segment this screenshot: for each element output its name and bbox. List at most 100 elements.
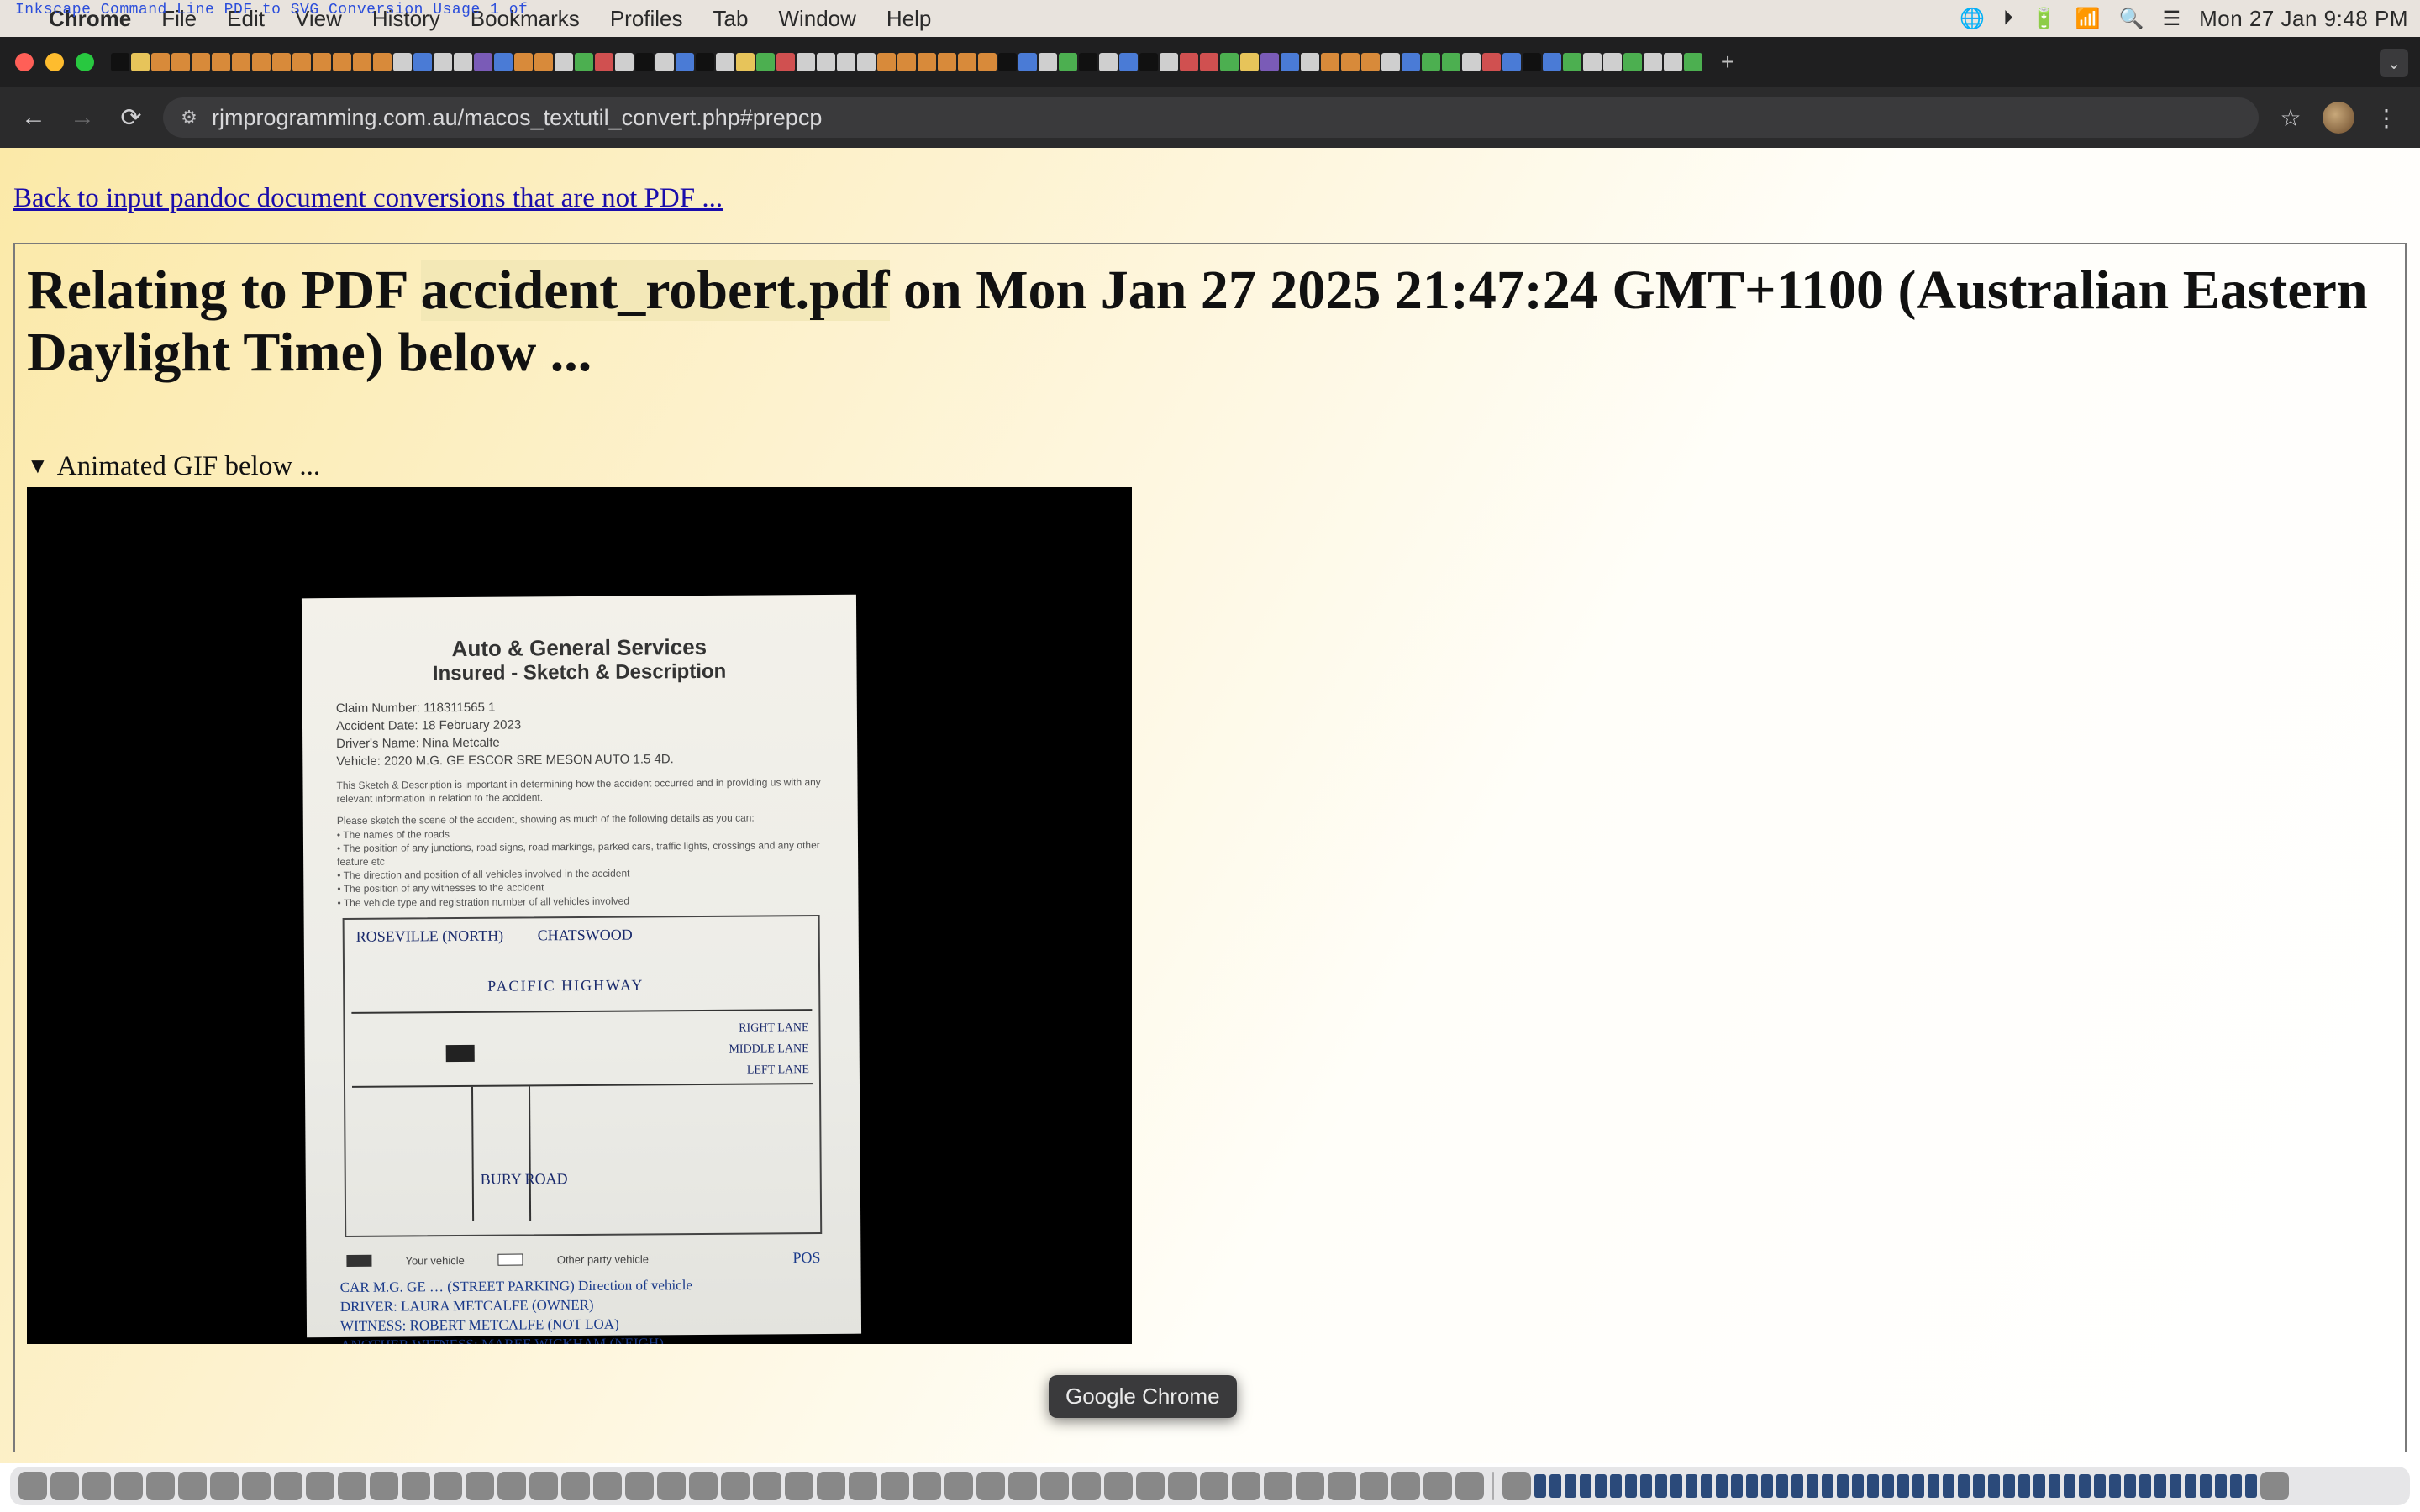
tab-favicon[interactable] xyxy=(111,53,129,71)
dock-minimized-window[interactable] xyxy=(1655,1474,1667,1498)
dock-app[interactable] xyxy=(1200,1472,1228,1500)
dock-app[interactable] xyxy=(529,1472,558,1500)
dock-minimized-window[interactable] xyxy=(1852,1474,1864,1498)
dock-app[interactable] xyxy=(1360,1472,1388,1500)
dock-minimized-window[interactable] xyxy=(2018,1474,2030,1498)
dock-app[interactable] xyxy=(1264,1472,1292,1500)
dock-minimized-window[interactable] xyxy=(1791,1474,1803,1498)
tab-favicon[interactable] xyxy=(1281,53,1299,71)
tab-favicon[interactable] xyxy=(1220,53,1239,71)
dock-app[interactable] xyxy=(721,1472,750,1500)
tab-favicon[interactable] xyxy=(595,53,613,71)
dock-minimized-window[interactable] xyxy=(1625,1474,1637,1498)
dock-minimized-window[interactable] xyxy=(1973,1474,1985,1498)
tab-favicon[interactable] xyxy=(1079,53,1097,71)
omnibox[interactable]: ⚙ rjmprogramming.com.au/macos_textutil_c… xyxy=(163,97,2259,138)
dock-minimized-window[interactable] xyxy=(2139,1474,2151,1498)
menu-help[interactable]: Help xyxy=(871,6,946,32)
dock-app[interactable] xyxy=(370,1472,398,1500)
dock-minimized-window[interactable] xyxy=(1716,1474,1728,1498)
tab-favicon[interactable] xyxy=(1422,53,1440,71)
menu-profiles[interactable]: Profiles xyxy=(595,6,698,32)
dock-app-music[interactable] xyxy=(50,1472,79,1500)
tab-favicon[interactable] xyxy=(1139,53,1158,71)
dock-app-finder[interactable] xyxy=(18,1472,47,1500)
tab-favicon[interactable] xyxy=(1402,53,1420,71)
dock-app[interactable] xyxy=(242,1472,271,1500)
dock-app-facetime[interactable] xyxy=(178,1472,207,1500)
dock-app[interactable] xyxy=(1232,1472,1260,1500)
tab-favicon[interactable] xyxy=(1482,53,1501,71)
tab-favicon[interactable] xyxy=(877,53,896,71)
disclosure-triangle-icon[interactable]: ▼ xyxy=(27,454,49,479)
dock-minimized-window[interactable] xyxy=(1943,1474,1954,1498)
dock-minimized-window[interactable] xyxy=(2094,1474,2106,1498)
tab-favicon[interactable] xyxy=(1684,53,1702,71)
dock-minimized-window[interactable] xyxy=(2154,1474,2166,1498)
tab-favicon[interactable] xyxy=(212,53,230,71)
dock-app[interactable] xyxy=(466,1472,494,1500)
bookmark-star-icon[interactable]: ☆ xyxy=(2274,101,2307,134)
tab-favicon[interactable] xyxy=(151,53,170,71)
dock-app[interactable] xyxy=(1104,1472,1133,1500)
reload-button[interactable]: ⟳ xyxy=(114,101,148,134)
dock-minimized-window[interactable] xyxy=(1897,1474,1909,1498)
dock-app[interactable] xyxy=(881,1472,909,1500)
tab-favicon[interactable] xyxy=(1523,53,1541,71)
tab-favicon[interactable] xyxy=(938,53,956,71)
dock-minimized-window[interactable] xyxy=(2064,1474,2075,1498)
dock-app[interactable] xyxy=(1423,1472,1452,1500)
tabs-overflow-button[interactable]: ⌄ xyxy=(2380,49,2408,77)
tab-favicon[interactable] xyxy=(837,53,855,71)
tab-favicon[interactable] xyxy=(232,53,250,71)
menu-edit[interactable]: Edit xyxy=(212,6,280,32)
dock-minimized-window[interactable] xyxy=(1988,1474,2000,1498)
dock-minimized-window[interactable] xyxy=(1776,1474,1788,1498)
tab-favicon[interactable] xyxy=(1543,53,1561,71)
dock-app[interactable] xyxy=(274,1472,302,1500)
dock-minimized-window[interactable] xyxy=(1928,1474,1939,1498)
dock-app[interactable] xyxy=(338,1472,366,1500)
tab-favicon[interactable] xyxy=(353,53,371,71)
tab-favicon[interactable] xyxy=(655,53,674,71)
menu-extra-globe-icon[interactable]: 🌐 xyxy=(1960,7,1985,31)
dock-app[interactable] xyxy=(593,1472,622,1500)
tab-favicon[interactable] xyxy=(1180,53,1198,71)
dock-app[interactable] xyxy=(1296,1472,1324,1500)
dock-app-appstore[interactable] xyxy=(497,1472,526,1500)
omnibox-url[interactable]: rjmprogramming.com.au/macos_textutil_con… xyxy=(212,105,2244,131)
details-summary[interactable]: ▼ Animated GIF below ... xyxy=(27,451,2393,482)
dock-app-calendar[interactable] xyxy=(913,1472,941,1500)
dock-minimized-window[interactable] xyxy=(1686,1474,1697,1498)
dock-app[interactable] xyxy=(561,1472,590,1500)
dock-app[interactable] xyxy=(1392,1472,1420,1500)
tab-favicon[interactable] xyxy=(857,53,876,71)
dock-minimized-window[interactable] xyxy=(1958,1474,1970,1498)
tab-favicon[interactable] xyxy=(171,53,190,71)
new-tab-button[interactable]: + xyxy=(1714,49,1741,76)
tab-favicon[interactable] xyxy=(998,53,1017,71)
dock-minimized-window[interactable] xyxy=(2124,1474,2136,1498)
tab-favicon[interactable] xyxy=(1442,53,1460,71)
tab-favicon[interactable] xyxy=(514,53,533,71)
dock-minimized-window[interactable] xyxy=(1837,1474,1849,1498)
back-link[interactable]: Back to input pandoc document conversion… xyxy=(13,183,723,214)
dock-minimized-window[interactable] xyxy=(1807,1474,1818,1498)
menu-extra-control-center-icon[interactable]: ☰ xyxy=(2163,7,2181,31)
dock-minimized-window[interactable] xyxy=(2245,1474,2257,1498)
dock-minimized-window[interactable] xyxy=(1701,1474,1712,1498)
tab-favicon[interactable] xyxy=(1260,53,1279,71)
back-button[interactable]: ← xyxy=(17,101,50,134)
tab-favicon[interactable] xyxy=(897,53,916,71)
dock-app[interactable] xyxy=(1040,1472,1069,1500)
tab-favicon[interactable] xyxy=(393,53,412,71)
dock-app[interactable] xyxy=(1136,1472,1165,1500)
dock-app[interactable] xyxy=(753,1472,781,1500)
chrome-menu-icon[interactable]: ⋮ xyxy=(2370,101,2403,134)
dock-app-firefox[interactable] xyxy=(625,1472,654,1500)
dock-minimized-window[interactable] xyxy=(2109,1474,2121,1498)
tab-favicon[interactable] xyxy=(131,53,150,71)
tab-favicon[interactable] xyxy=(676,53,694,71)
dock-app-mail[interactable] xyxy=(146,1472,175,1500)
tab-favicon[interactable] xyxy=(373,53,392,71)
